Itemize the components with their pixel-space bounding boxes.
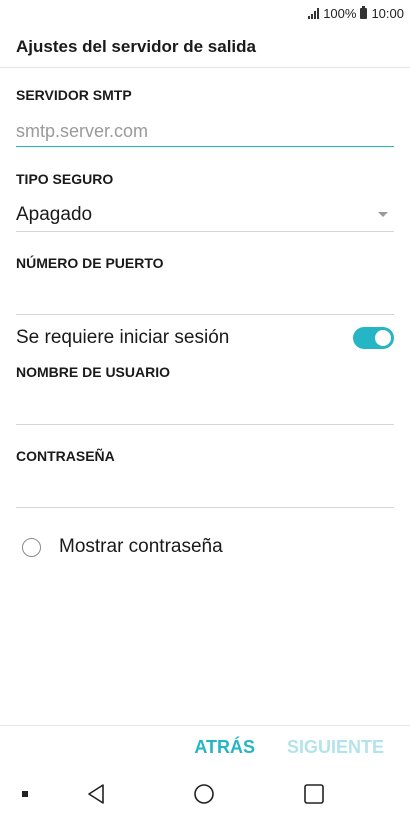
smtp-server-label: SERVIDOR SMTP — [16, 87, 132, 103]
app-bar: Ajustes del servidor de salida — [0, 26, 410, 68]
next-button[interactable]: SIGUIENTE — [287, 737, 384, 758]
port-number-label: NÚMERO DE PUERTO — [16, 255, 164, 271]
clock: 10:00 — [371, 5, 404, 21]
system-nav-bar — [0, 770, 410, 820]
signal-icon — [308, 7, 320, 19]
back-icon[interactable] — [86, 783, 106, 805]
battery-percent: 100% — [323, 5, 357, 21]
status-bar: 100% 10:00 — [0, 0, 410, 26]
security-type-value: Apagado — [16, 203, 93, 225]
security-type-select[interactable]: Apagado — [16, 198, 394, 232]
show-password-label: Mostrar contraseña — [59, 536, 223, 557]
login-required-row: Se requiere iniciar sesión — [16, 322, 394, 354]
notification-dot-icon[interactable] — [22, 791, 28, 797]
dropdown-arrow-icon — [378, 212, 388, 217]
recents-icon[interactable] — [303, 783, 325, 805]
password-label: CONTRASEÑA — [16, 448, 115, 464]
password-input[interactable] — [16, 478, 394, 508]
port-number-input[interactable] — [16, 285, 394, 315]
show-password-row[interactable]: Mostrar contraseña — [22, 534, 223, 560]
toggle-thumb — [375, 330, 391, 346]
page-title: Ajustes del servidor de salida — [16, 36, 256, 56]
security-type-label: TIPO SEGURO — [16, 171, 114, 187]
action-bar: ATRÁS SIGUIENTE — [0, 725, 410, 769]
back-button[interactable]: ATRÁS — [194, 737, 255, 758]
login-required-label: Se requiere iniciar sesión — [16, 327, 230, 348]
home-icon[interactable] — [193, 783, 215, 805]
smtp-server-input[interactable] — [16, 117, 394, 147]
username-input[interactable] — [16, 395, 394, 425]
show-password-checkbox[interactable] — [22, 537, 41, 557]
username-label: NOMBRE DE USUARIO — [16, 364, 171, 380]
battery-icon — [360, 5, 368, 19]
login-required-toggle[interactable] — [353, 327, 394, 349]
